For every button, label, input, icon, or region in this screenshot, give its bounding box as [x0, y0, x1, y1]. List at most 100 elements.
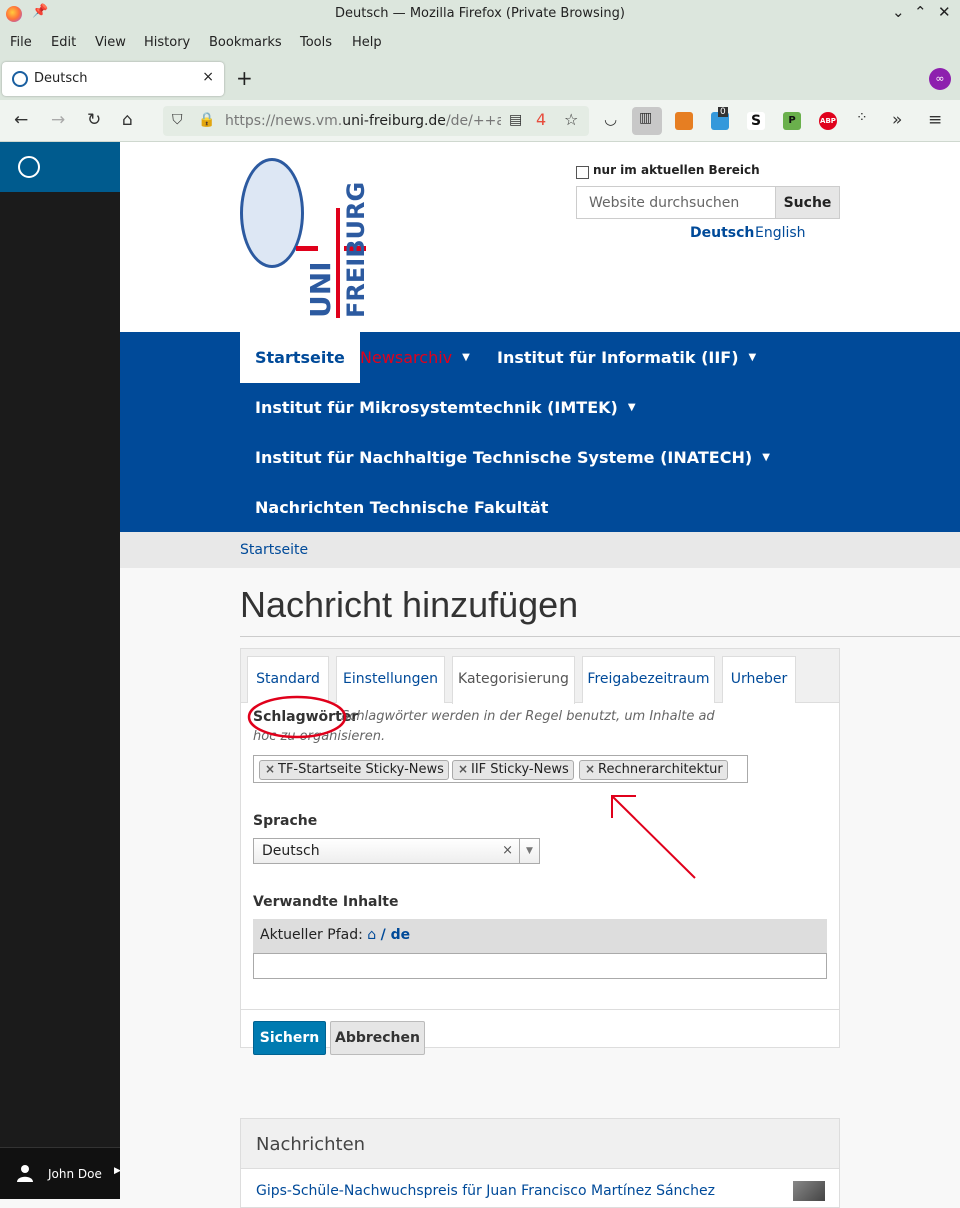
cms-toolbar: John Doe ▶	[0, 142, 121, 1199]
tags-input[interactable]: × TF-Startseite Sticky-News × IIF Sticky-N…	[253, 755, 748, 783]
new-tab-button[interactable]: +	[236, 66, 253, 90]
search-button[interactable]: Suche	[775, 186, 840, 219]
main-navigation: Startseite Newsarchiv ▼ Institut für Info…	[120, 332, 960, 532]
plone-logo-button[interactable]	[0, 142, 120, 192]
uni-freiburg-logo[interactable]: UNI FREIBURG	[296, 168, 366, 328]
nav-imtek[interactable]: Institut für Mikrosystemtechnik (IMTEK) ▼	[255, 398, 636, 417]
nav-imtek-label: Institut für Mikrosystemtechnik (IMTEK)	[255, 398, 618, 417]
university-seal-logo[interactable]	[240, 158, 304, 268]
edit-form-panel: Standard Einstellungen Kategorisierung F…	[240, 648, 840, 1055]
main-content: Nachricht hinzufügen Standard Einstellun…	[120, 568, 960, 1208]
remove-tag-icon[interactable]: ×	[458, 762, 468, 776]
menu-bookmarks[interactable]: Bookmarks	[209, 35, 282, 50]
adblock-plus-icon[interactable]: ABP	[819, 112, 837, 130]
plone-logo-icon	[18, 156, 40, 178]
bookmark-star-icon[interactable]: ☆	[564, 110, 578, 129]
news-heading: Nachrichten	[241, 1119, 839, 1169]
remove-tag-icon[interactable]: ×	[585, 762, 595, 776]
nav-startseite[interactable]: Startseite	[240, 332, 360, 383]
nav-nachrichten-tf[interactable]: Nachrichten Technische Fakultät	[255, 498, 548, 517]
url-text[interactable]: https://news.vm.uni-freiburg.de/de/++add…	[225, 113, 501, 129]
hamburger-menu-icon[interactable]: ≡	[928, 110, 942, 130]
extension-folder-icon[interactable]	[675, 112, 693, 130]
menu-bar: File Edit View History Bookmarks Tools H…	[0, 28, 960, 58]
tab-kategorisierung[interactable]: Kategorisierung	[452, 656, 575, 704]
home-icon[interactable]: ⌂	[122, 110, 133, 130]
tab-urheber[interactable]: Urheber	[722, 656, 796, 703]
menu-edit[interactable]: Edit	[51, 35, 76, 50]
save-button[interactable]: Sichern	[253, 1021, 326, 1055]
sidebar-icon: ▥	[639, 110, 653, 126]
news-thumbnail[interactable]	[793, 1181, 825, 1201]
tag-chip[interactable]: × IIF Sticky-News	[452, 760, 574, 780]
maximize-chevron-icon[interactable]: ⌃	[914, 3, 927, 21]
path-de-link[interactable]: / de	[381, 927, 411, 943]
tab-freigabezeitraum[interactable]: Freigabezeitraum	[582, 656, 715, 703]
user-icon	[17, 1165, 33, 1182]
language-english-link[interactable]: English	[755, 225, 806, 241]
notification-badge[interactable]: 4	[536, 110, 546, 129]
caret-down-icon: ▼	[462, 352, 470, 363]
logo-uni-text: UNI	[304, 261, 337, 318]
tag-label: IIF Sticky-News	[471, 762, 569, 777]
caret-down-icon: ▼	[627, 402, 636, 413]
tab-close-icon[interactable]: ×	[202, 69, 214, 85]
language-select[interactable]: Deutsch × ▼	[253, 838, 540, 864]
private-browsing-icon: ∞	[929, 68, 951, 90]
url-bar[interactable]: ⛉ 🔒 https://news.vm.uni-freiburg.de/de/+…	[163, 106, 589, 136]
home-icon[interactable]: ⌂	[367, 927, 376, 943]
extension-badge-count: 0	[718, 107, 728, 117]
tag-label: Rechnerarchitektur	[598, 762, 723, 777]
page-title: Nachricht hinzufügen	[240, 584, 579, 625]
nav-newsarchiv[interactable]: Newsarchiv ▼	[360, 348, 470, 367]
cancel-button[interactable]: Abbrechen	[330, 1021, 425, 1055]
nav-inatech-label: Institut für Nachhaltige Technische Syst…	[255, 448, 753, 467]
navigation-toolbar: ← → ↻ ⌂ ⛉ 🔒 https://news.vm.uni-freiburg…	[0, 100, 960, 142]
nav-iif[interactable]: Institut für Informatik (IIF) ▼	[497, 348, 756, 367]
site-search-input[interactable]: Website durchsuchen	[576, 186, 776, 219]
extension-s-icon[interactable]: S	[747, 112, 765, 130]
extension-dots-icon[interactable]: ⁘	[856, 110, 868, 126]
tracking-shield-icon[interactable]: ⛉	[172, 112, 183, 128]
tab-deutsch[interactable]: Deutsch ×	[2, 62, 224, 96]
menu-help[interactable]: Help	[352, 35, 382, 50]
menu-tools[interactable]: Tools	[300, 35, 332, 50]
language-select-value: Deutsch	[262, 843, 320, 859]
dropdown-arrow-icon[interactable]: ▼	[519, 839, 539, 863]
back-arrow-icon[interactable]: ←	[14, 110, 28, 130]
tab-standard[interactable]: Standard	[247, 656, 329, 703]
user-menu[interactable]: John Doe ▶	[0, 1147, 121, 1199]
current-path-bar: Aktueller Pfad: ⌂ / de	[253, 919, 827, 953]
extension-p-icon[interactable]: P	[783, 112, 801, 130]
reader-view-icon[interactable]: ▤	[509, 112, 522, 128]
caret-down-icon: ▼	[748, 352, 757, 363]
logo-freiburg-text: FREIBURG	[342, 182, 366, 318]
news-item-link[interactable]: Gips-Schüle-Nachwuchspreis für Juan Fran…	[256, 1183, 715, 1199]
window-titlebar: 📌 Deutsch — Mozilla Firefox (Private Bro…	[0, 0, 960, 28]
language-deutsch-link[interactable]: Deutsch	[690, 225, 754, 241]
nav-inatech[interactable]: Institut für Nachhaltige Technische Syst…	[255, 448, 770, 467]
menu-history[interactable]: History	[144, 35, 190, 50]
lock-icon[interactable]: 🔒	[198, 112, 215, 128]
nav-newsarchiv-label: Newsarchiv	[360, 348, 453, 367]
close-window-icon[interactable]: ✕	[938, 3, 951, 21]
minimize-chevron-icon[interactable]: ⌄	[892, 3, 905, 21]
pocket-icon[interactable]: ◡	[604, 110, 617, 128]
related-content-input[interactable]	[253, 953, 827, 979]
menu-file[interactable]: File	[10, 35, 32, 50]
remove-tag-icon[interactable]: ×	[265, 762, 275, 776]
title-divider	[240, 636, 960, 637]
menu-view[interactable]: View	[95, 35, 126, 50]
clear-selection-icon[interactable]: ×	[502, 843, 513, 858]
reload-icon[interactable]: ↻	[87, 110, 101, 130]
site-header: UNI FREIBURG nur im aktuellen Bereich We…	[120, 142, 960, 332]
tag-chip[interactable]: × TF-Startseite Sticky-News	[259, 760, 449, 780]
window-title: Deutsch — Mozilla Firefox (Private Brows…	[335, 6, 625, 21]
tab-einstellungen[interactable]: Einstellungen	[336, 656, 445, 703]
overflow-chevrons-icon[interactable]: »	[892, 110, 902, 130]
breadcrumb-startseite[interactable]: Startseite	[240, 542, 308, 558]
forward-arrow-icon[interactable]: →	[51, 110, 65, 130]
current-section-checkbox[interactable]	[576, 166, 589, 179]
tag-chip[interactable]: × Rechnerarchitektur	[579, 760, 728, 780]
breadcrumb: Startseite	[120, 532, 960, 568]
